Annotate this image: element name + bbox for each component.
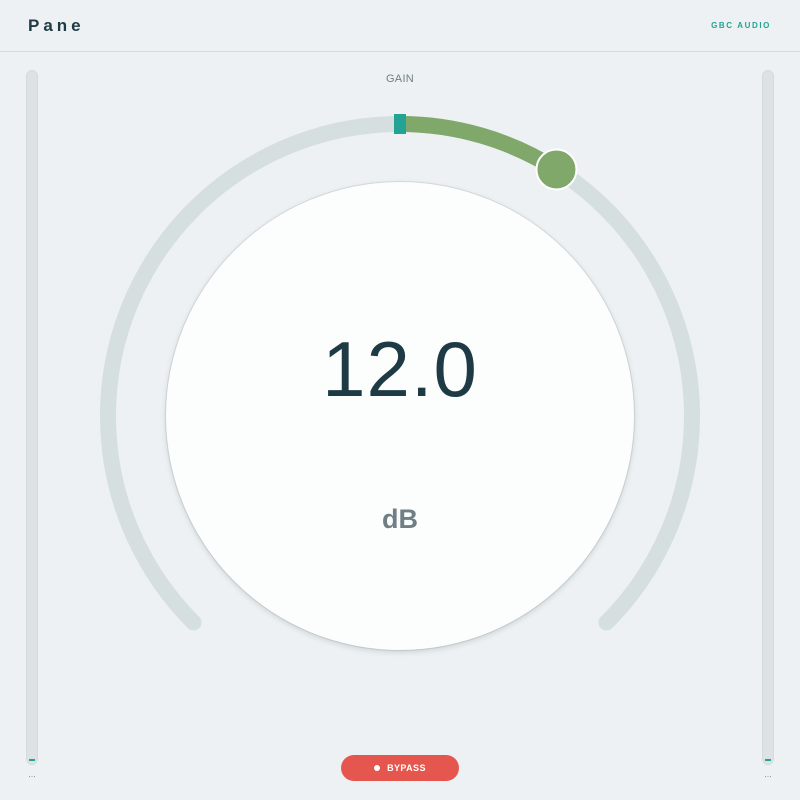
bypass-button[interactable]: BYPASS (341, 755, 459, 781)
bypass-label: BYPASS (387, 763, 426, 773)
center-detent-marker (394, 114, 406, 134)
gain-arc-fill (399, 116, 561, 177)
gain-knob-handle[interactable] (535, 148, 578, 191)
gain-knob-face[interactable]: 12.0 dB (166, 182, 634, 650)
bypass-led-icon (374, 765, 381, 771)
gain-unit: dB (382, 504, 418, 534)
gain-value: 12.0 (322, 325, 478, 413)
plugin-window: Pane GBC AUDIO ... ... GAIN 12.0 dB BYPA… (0, 0, 800, 800)
